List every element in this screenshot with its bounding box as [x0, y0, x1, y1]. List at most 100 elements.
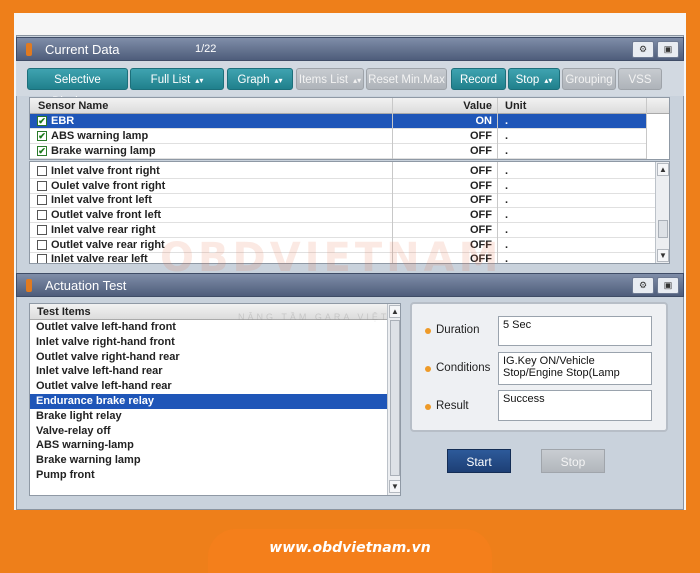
sensor-row[interactable]: ✔ EBR ON.	[30, 114, 646, 129]
test-items-header-label: Test Items	[37, 306, 91, 318]
dropdown-arrow-icon: ▴▾	[544, 76, 553, 85]
actuation-test-title: Actuation Test	[45, 278, 127, 293]
scroll-down-icon[interactable]: ▼	[657, 249, 669, 262]
test-item[interactable]: Valve-relay off	[30, 424, 387, 439]
sensor-checkbox[interactable]	[37, 195, 47, 206]
sensor-checkbox[interactable]: ✔	[37, 131, 47, 141]
test-item-label: Pump front	[36, 469, 95, 481]
sensor-name-header: Sensor Name	[38, 100, 109, 112]
test-item[interactable]: Brake warning lamp	[30, 453, 387, 468]
maximize-icon[interactable]: ▣	[657, 277, 679, 294]
sensor-row[interactable]: Oulet valve front right OFF.	[30, 179, 655, 194]
sensor-checkbox[interactable]	[37, 180, 47, 191]
sensor-row[interactable]: Inlet valve front left OFF.	[30, 193, 655, 209]
sensor-unit: .	[505, 179, 509, 192]
toolbar-button-selective-display[interactable]: Selective Display▴▾	[27, 68, 128, 108]
sensor-unit: .	[505, 165, 509, 177]
test-item[interactable]: Outlet valve left-hand front	[30, 320, 387, 335]
scroll-down-icon[interactable]: ▼	[389, 480, 400, 493]
sensor-name: Inlet valve rear right	[51, 223, 156, 236]
result-field: Success	[498, 390, 652, 421]
conditions-bullet-icon	[425, 366, 431, 372]
test-item[interactable]: Inlet valve left-hand rear	[30, 364, 387, 379]
sensor-unit: .	[505, 253, 509, 264]
unit-header: Unit	[505, 100, 527, 112]
toolbar-button-graph[interactable]: Graph ▴▾	[227, 68, 293, 90]
sensor-row[interactable]: ✔ Brake warning lamp OFF.	[30, 144, 646, 159]
sensor-checkbox[interactable]	[37, 224, 47, 235]
sensor-row[interactable]: Outlet valve front left OFF.	[30, 208, 655, 224]
duration-bullet-icon	[425, 328, 431, 334]
footer-banner: www.obdvietnam.vn	[208, 529, 492, 573]
scroll-up-icon[interactable]: ▲	[389, 305, 400, 318]
sensor-name: Inlet valve front left	[51, 194, 152, 207]
toolbar-button-label: VSS	[628, 74, 652, 86]
result-bullet-icon	[425, 404, 431, 410]
sensor-unit: .	[505, 115, 509, 127]
test-item-label: Endurance brake relay	[36, 395, 155, 407]
sensor-checkbox[interactable]: ✔	[37, 146, 47, 156]
test-item[interactable]: Endurance brake relay	[30, 394, 387, 409]
test-item[interactable]: Pump front	[30, 468, 387, 483]
grid-header: Sensor Name Value Unit	[30, 98, 669, 114]
sensor-checkbox[interactable]	[37, 210, 47, 221]
test-item[interactable]: ABS warning-lamp	[30, 438, 387, 453]
sensor-value: OFF	[470, 179, 492, 192]
maximize-icon[interactable]: ▣	[657, 41, 679, 58]
sensor-name: Inlet valve front right	[51, 165, 160, 177]
duration-field: 5 Sec	[498, 316, 652, 346]
fixed-sensor-grid: Sensor Name Value Unit ✔ EBR ON. ✔ ABS warni…	[29, 97, 670, 160]
title-bullet-icon	[26, 279, 32, 292]
sensor-checkbox[interactable]	[37, 166, 47, 176]
sensor-name: ABS warning lamp	[51, 130, 149, 142]
sensor-name: Oulet valve front right	[51, 179, 166, 192]
toolbar-button-full-list[interactable]: Full List ▴▾	[130, 68, 224, 90]
conditions-label: Conditions	[436, 362, 491, 374]
sensor-unit: .	[505, 238, 509, 251]
toolbar-button-stop[interactable]: Stop ▴▾	[508, 68, 560, 90]
toolbar-button-label: Graph	[237, 74, 270, 86]
footer-url[interactable]: www.obdvietnam.vn	[208, 540, 492, 556]
sensor-checkbox[interactable]	[37, 239, 47, 250]
sensor-name: Outlet valve front left	[51, 209, 162, 222]
test-item-label: Outlet valve left-hand rear	[36, 380, 172, 393]
test-details-panel: Duration 5 Sec Conditions IG.Key ON/Vehi…	[410, 302, 668, 432]
start-button[interactable]: Start	[447, 449, 511, 473]
test-item[interactable]: Outlet valve left-hand rear	[30, 379, 387, 394]
test-items-scrollbar[interactable]: ▲ ▼	[387, 304, 400, 495]
toolbar-button-items-list[interactable]: Items List ▴▾	[296, 68, 364, 90]
result-label: Result	[436, 400, 469, 412]
toolbar-button-label: Items List	[298, 74, 349, 86]
conditions-field: IG.Key ON/Vehicle Stop/Engine Stop(Lamp	[498, 352, 652, 385]
sensor-unit: .	[505, 209, 509, 222]
toolbar-button-reset-min-max[interactable]: Reset Min.Max	[366, 68, 447, 90]
scroll-thumb[interactable]	[390, 320, 400, 476]
scroll-up-icon[interactable]: ▲	[657, 163, 669, 176]
sensor-row[interactable]: Inlet valve front right OFF.	[30, 164, 655, 179]
sensor-value: OFF	[470, 130, 492, 142]
sensor-checkbox[interactable]	[37, 254, 47, 263]
test-item[interactable]: Inlet valve right-hand front	[30, 335, 387, 350]
setup-icon[interactable]: ⚙	[632, 41, 654, 58]
toolbar-button-grouping[interactable]: Grouping	[562, 68, 616, 90]
toolbar-button-label: Reset Min.Max	[368, 74, 445, 86]
watermark-tagline: NÂNG TẦM GARA VIỆT	[238, 312, 390, 322]
stop-button[interactable]: Stop	[541, 449, 605, 473]
sensor-scrollbar[interactable]: ▲ ▼	[655, 162, 669, 263]
toolbar-button-record[interactable]: Record	[451, 68, 506, 90]
test-item[interactable]: Outlet valve right-hand rear	[30, 350, 387, 365]
sensor-name: Outlet valve rear right	[51, 238, 165, 251]
setup-icon[interactable]: ⚙	[632, 277, 654, 294]
sensor-unit: .	[505, 130, 509, 142]
sensor-checkbox[interactable]: ✔	[37, 116, 47, 126]
sensor-unit: .	[505, 223, 509, 236]
sensor-name: Brake warning lamp	[51, 145, 156, 157]
sensor-value: OFF	[470, 209, 492, 222]
test-item[interactable]: Brake light relay	[30, 409, 387, 424]
sensor-value: OFF	[470, 165, 492, 177]
scroll-thumb[interactable]	[658, 220, 668, 238]
sensor-row[interactable]: ✔ ABS warning lamp OFF.	[30, 129, 646, 144]
test-item-label: Valve-relay off	[36, 424, 111, 437]
test-item-label: Brake light relay	[36, 409, 122, 422]
toolbar-button-vss[interactable]: VSS	[618, 68, 662, 90]
